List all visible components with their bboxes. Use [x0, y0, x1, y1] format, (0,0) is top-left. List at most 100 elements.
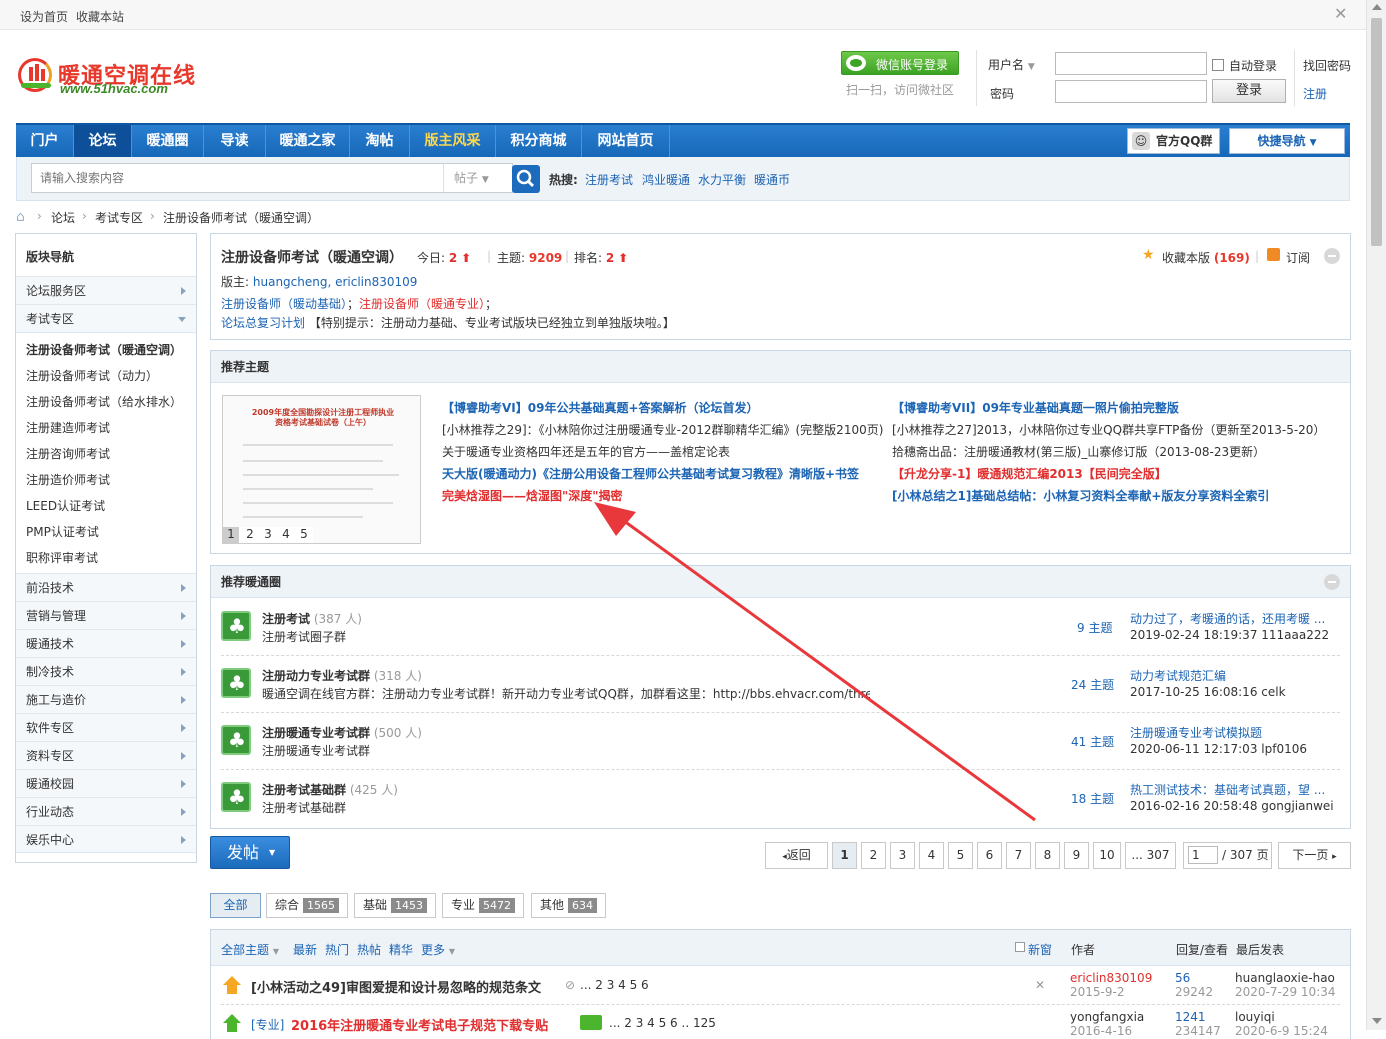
tab-all[interactable]: 全部	[210, 893, 261, 918]
username-input[interactable]	[1055, 52, 1207, 75]
sidebar-subitem[interactable]: 注册设备师考试（给水排水）	[26, 393, 182, 410]
tab-basic[interactable]: 基础 1453	[354, 893, 437, 918]
next-page-button[interactable]: 下一页 ▸	[1278, 842, 1351, 869]
scrollbar[interactable]	[1366, 0, 1386, 1030]
group-topic-count[interactable]: 18 主题	[1071, 790, 1114, 807]
filter-item[interactable]: 热帖	[357, 941, 381, 958]
hot-search-item[interactable]: 暖通币	[754, 171, 790, 188]
filter-item[interactable]: 最新	[293, 941, 317, 958]
sidebar-subitem[interactable]: 职称评审考试	[26, 549, 98, 566]
tab-general[interactable]: 综合 1565	[266, 893, 349, 918]
page-button[interactable]: 4	[919, 842, 944, 869]
search-input[interactable]	[32, 164, 442, 192]
breadcrumb-item[interactable]: 考试专区	[95, 209, 143, 226]
hot-search-item[interactable]: 水力平衡	[698, 171, 746, 188]
register-link[interactable]: 注册	[1303, 85, 1327, 102]
sidebar-item[interactable]: 软件专区	[16, 713, 196, 741]
sidebar-item[interactable]: 资料专区	[16, 741, 196, 769]
thread-pages[interactable]: ... 2 3 4 5 6	[580, 978, 649, 992]
filter-item[interactable]: 热门	[325, 941, 349, 958]
recommended-thread-link[interactable]: 【升龙分享-1】暖通规范汇编2013【民间完全版】	[892, 465, 1167, 482]
page-button[interactable]: 6	[977, 842, 1002, 869]
sidebar-subitem[interactable]: 注册造价师考试	[26, 471, 110, 488]
username-label[interactable]: 用户名 ▼	[988, 56, 1035, 73]
forum-link[interactable]: 论坛总复习计划	[221, 316, 305, 330]
nav-item-collection[interactable]: 淘帖	[350, 125, 410, 157]
thread-pages[interactable]: ... 2 3 4 5 6 .. 125	[609, 1016, 716, 1030]
recommended-thread-link[interactable]: 关于暖通专业资格四年还是五年的官方——盖棺定论表	[442, 443, 730, 460]
search-type-select[interactable]: 帖子 ▼	[443, 164, 513, 192]
sidebar-subitem[interactable]: LEED认证考试	[26, 497, 105, 514]
group-icon[interactable]	[221, 668, 251, 698]
filter-all-topics[interactable]: 全部主题 ▼	[221, 941, 279, 958]
password-input[interactable]	[1055, 80, 1207, 103]
sidebar-item[interactable]: 制冷技术	[16, 657, 196, 685]
subscribe-button[interactable]: 订阅	[1286, 249, 1310, 266]
find-password-link[interactable]: 找回密码	[1303, 57, 1351, 74]
scrollbar-thumb[interactable]	[1371, 18, 1382, 246]
recommended-thread-link[interactable]: [小林推荐之29]：《小林陪你过注册暖通专业-2012群聊精华汇编》(完整版21…	[442, 421, 883, 438]
filter-more[interactable]: 更多 ▼	[421, 941, 455, 958]
page-button[interactable]: ... 307	[1125, 842, 1176, 869]
search-button[interactable]	[512, 165, 540, 193]
page-button[interactable]: 5	[948, 842, 973, 869]
sidebar-subitem[interactable]: 注册咨询师考试	[26, 445, 110, 462]
favorite-button[interactable]: 收藏本版 (169)	[1162, 249, 1250, 266]
group-name[interactable]: 注册动力专业考试群 (318 人)	[262, 667, 422, 684]
slideshow-image[interactable]: 2009年度全国勘探设计注册工程师执业资格考试基础试卷（上午） 1 2 3 4 …	[222, 395, 421, 544]
group-topic-count[interactable]: 41 主题	[1071, 733, 1114, 750]
close-icon[interactable]: ✕	[1035, 978, 1045, 992]
group-topic-count[interactable]: 24 主题	[1071, 676, 1114, 693]
recommended-thread-link[interactable]: 拾穗斋出品：注册暖通教材(第三版)_山寨修订版（2013-08-23更新）	[892, 443, 1265, 460]
collapse-icon[interactable]	[1324, 248, 1340, 264]
page-button[interactable]: 10	[1093, 842, 1121, 869]
nav-item-forum[interactable]: 论坛	[74, 125, 132, 157]
thread-replies[interactable]: 1241	[1175, 1010, 1206, 1024]
last-post-user[interactable]: huanglaoxie-hao	[1235, 971, 1335, 985]
hot-search-item[interactable]: 注册考试	[585, 171, 633, 188]
group-last-title[interactable]: 热工测试技术：基础考试真题，望 ...	[1130, 781, 1325, 798]
page-button[interactable]: 8	[1035, 842, 1060, 869]
sidebar-item[interactable]: 暖通技术	[16, 629, 196, 657]
tab-professional[interactable]: 专业 5472	[442, 893, 525, 918]
collapse-icon[interactable]	[1324, 574, 1340, 590]
group-last-title[interactable]: 注册暖通专业考试模拟题	[1130, 724, 1262, 741]
login-button[interactable]: 登录	[1212, 79, 1286, 103]
sidebar-item[interactable]: 施工与造价	[16, 685, 196, 713]
group-name[interactable]: 注册暖通专业考试群 (500 人)	[262, 724, 422, 741]
sidebar-item-exam[interactable]: 考试专区	[16, 304, 196, 332]
new-window-checkbox[interactable]	[1015, 942, 1025, 952]
bookmark-link[interactable]: 收藏本站	[76, 8, 124, 25]
group-icon[interactable]	[221, 782, 251, 812]
tab-other[interactable]: 其他 634	[531, 893, 607, 918]
group-icon[interactable]	[221, 725, 251, 755]
sidebar-item[interactable]: 前沿技术	[16, 573, 196, 601]
nav-item-moderators[interactable]: 版主风采	[410, 125, 496, 157]
last-post-date[interactable]: 2020-7-29 10:34	[1235, 985, 1336, 999]
forum-link[interactable]: 注册设备师（暖通专业）	[359, 297, 485, 311]
last-post-date[interactable]: 2020-6-9 15:24	[1235, 1024, 1328, 1038]
page-button[interactable]: 3	[890, 842, 915, 869]
forum-link[interactable]: 注册设备师（暖动基础）	[221, 297, 347, 311]
recommended-thread-link[interactable]: [小林推荐之27]2013，小林陪你过专业QQ群共享FTP备份（更新至2013-…	[892, 421, 1325, 438]
filter-item[interactable]: 精华	[389, 941, 413, 958]
hot-search-item[interactable]: 鸿业暖通	[642, 171, 690, 188]
nav-item-home[interactable]: 暖通之家	[266, 125, 350, 157]
group-icon[interactable]	[221, 611, 251, 641]
page-button[interactable]: 1	[832, 842, 857, 869]
qq-group-button[interactable]: ☺ 官方QQ群	[1127, 128, 1220, 154]
thread-category[interactable]: [专业]	[251, 1016, 284, 1033]
sidebar-item[interactable]: 营销与管理	[16, 601, 196, 629]
breadcrumb-item[interactable]: 注册设备师考试（暖通空调）	[163, 209, 319, 226]
group-name[interactable]: 注册考试 (387 人)	[262, 610, 362, 627]
sidebar-item-service[interactable]: 论坛服务区	[16, 276, 196, 304]
recommended-thread-link[interactable]: 【博睿助考VII】09年专业基础真题一照片偷拍完整版	[892, 399, 1179, 416]
close-icon[interactable]: ✕	[1334, 4, 1347, 23]
quick-nav-button[interactable]: 快捷导航 ▼	[1229, 128, 1345, 154]
sidebar-subitem[interactable]: PMP认证考试	[26, 523, 99, 540]
thread-author[interactable]: yongfangxia	[1070, 1010, 1144, 1024]
group-name[interactable]: 注册考试基础群 (425 人)	[262, 781, 398, 798]
sidebar-subitem[interactable]: 注册设备师考试（动力）	[26, 367, 158, 384]
nav-item-circle[interactable]: 暖通圈	[132, 125, 204, 157]
pagination-back[interactable]: ◂返回	[765, 842, 828, 869]
